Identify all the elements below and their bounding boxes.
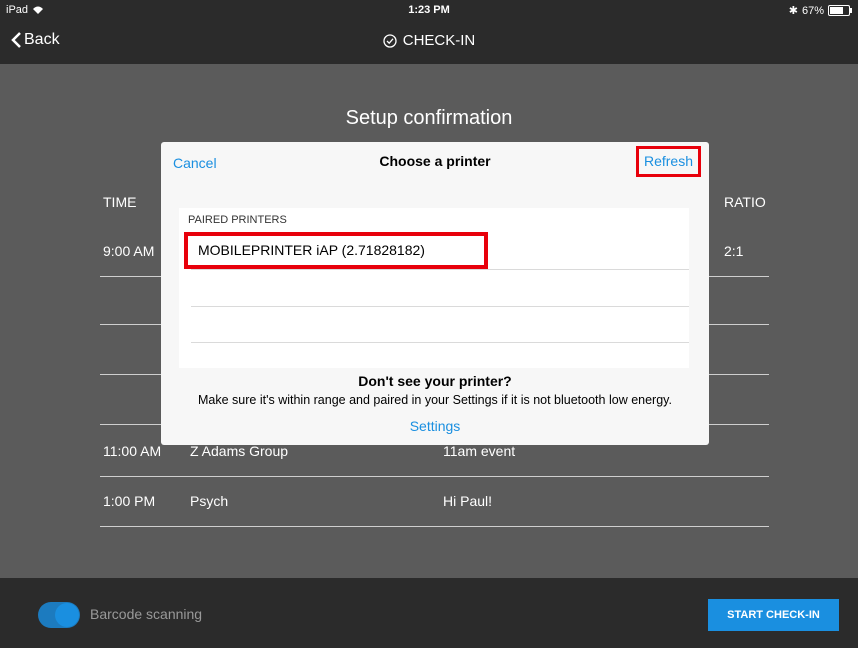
- printer-picker-dialog: Cancel Choose a printer Refresh PAIRED P…: [161, 142, 709, 445]
- divider: [191, 269, 689, 270]
- row-note: 11am event: [443, 443, 516, 459]
- nav-bar: Back CHECK-IN: [0, 20, 858, 64]
- bluetooth-icon: ✱: [788, 5, 798, 17]
- printer-list: PAIRED PRINTERS MOBILEPRINTER iAP (2.718…: [179, 208, 689, 368]
- battery-icon: [828, 5, 852, 16]
- title-label: CHECK-IN: [402, 32, 476, 49]
- dialog-title: Choose a printer: [379, 153, 491, 169]
- refresh-button[interactable]: Refresh: [636, 146, 701, 177]
- row-time: 1:00 PM: [103, 493, 156, 509]
- help-title: Don't see your printer?: [358, 373, 512, 389]
- row-group: Psych: [190, 493, 229, 509]
- status-time: 1:23 PM: [408, 4, 450, 16]
- status-right: ✱ 67%: [788, 4, 852, 17]
- status-bar: iPad 1:23 PM ✱ 67%: [0, 0, 858, 20]
- row-time: 9:00 AM: [103, 243, 155, 259]
- table-row[interactable]: 1:00 PM Psych Hi Paul!: [100, 476, 769, 527]
- divider: [191, 342, 689, 343]
- row-note: Hi Paul!: [443, 493, 493, 509]
- row-group: Z Adams Group: [190, 443, 289, 459]
- help-text: Make sure it's within range and paired i…: [198, 393, 672, 407]
- bottom-bar: Barcode scanning START CHECK-IN: [0, 578, 858, 648]
- start-check-in-button[interactable]: START CHECK-IN: [708, 599, 839, 631]
- page-title: CHECK-IN: [0, 32, 858, 49]
- row-ratio: 2:1: [724, 243, 744, 259]
- column-header-ratio: RATIO: [724, 194, 766, 210]
- section-header-paired-printers: PAIRED PRINTERS: [188, 214, 287, 226]
- column-header-time: TIME: [103, 194, 137, 210]
- barcode-scanning-label: Barcode scanning: [90, 606, 203, 622]
- divider: [191, 306, 689, 307]
- toggle-knob: [55, 603, 79, 627]
- dialog-header: Cancel Choose a printer Refresh: [161, 142, 709, 180]
- barcode-scanning-toggle[interactable]: [38, 602, 80, 628]
- setup-heading: Setup confirmation: [345, 107, 513, 129]
- settings-link[interactable]: Settings: [161, 418, 709, 434]
- row-time: 11:00 AM: [103, 443, 162, 459]
- battery-percent: 67%: [801, 4, 824, 17]
- printer-item[interactable]: MOBILEPRINTER iAP (2.71828182): [184, 232, 488, 269]
- check-circle-icon: [383, 33, 397, 48]
